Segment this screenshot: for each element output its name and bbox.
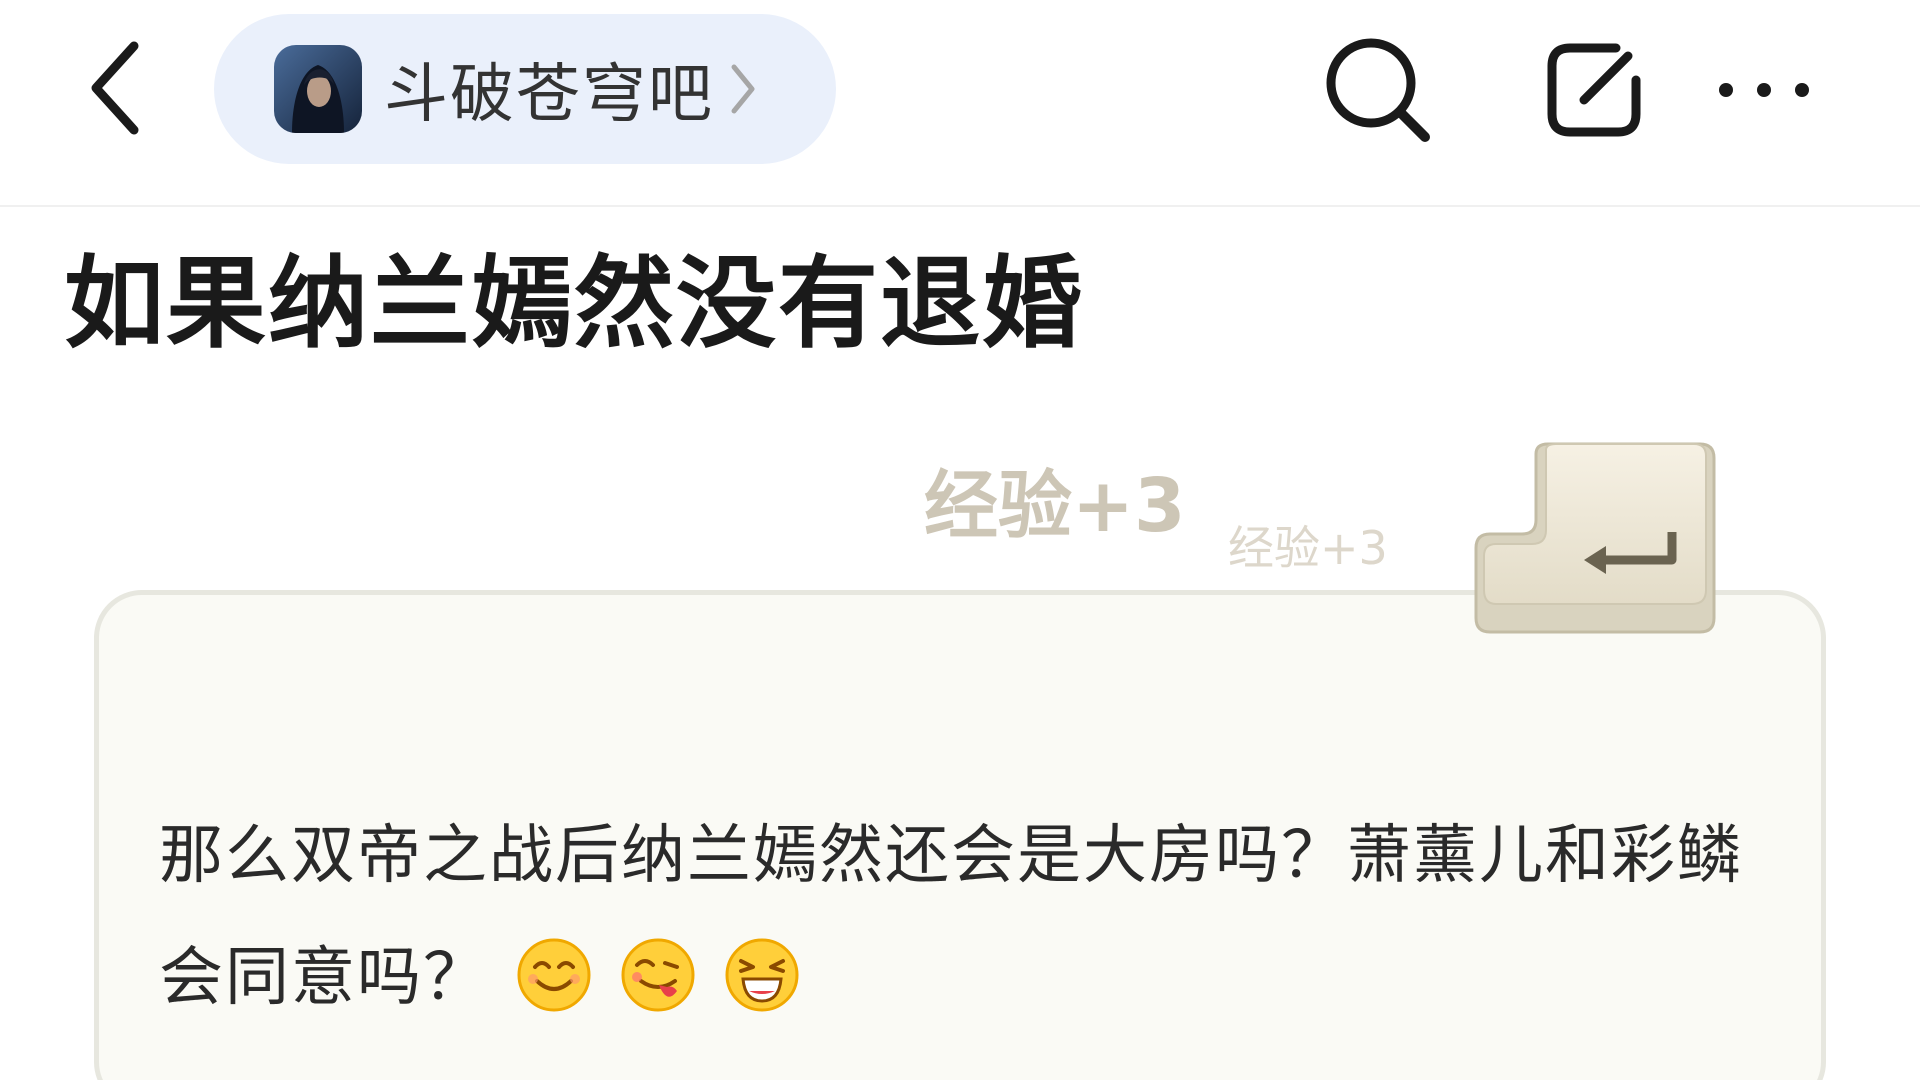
post-card: 那么双帝之战后纳兰嫣然还会是大房吗？萧薰儿和彩鳞会同意吗？ [94, 590, 1826, 1080]
experience-gain-label: 经验+3 [924, 463, 1186, 549]
more-dots-icon [1719, 83, 1809, 97]
experience-gain-label-small: 经验+3 [1228, 521, 1388, 575]
tongue-emoji-icon [621, 938, 695, 1012]
post-page: 斗破苍穹吧 如果纳兰嫣然没有退婚 经验+3 经验+3 那么双帝之战后纳兰嫣然还会… [0, 0, 1920, 1080]
back-button[interactable] [76, 38, 156, 138]
chevron-right-icon [728, 61, 756, 117]
enter-key-sticker [1472, 440, 1718, 636]
share-button[interactable] [1534, 30, 1654, 150]
forum-name: 斗破苍穹吧 [384, 58, 714, 132]
search-icon [1326, 38, 1430, 142]
post-title: 如果纳兰嫣然没有退婚 [64, 245, 1084, 362]
laugh-emoji-icon [725, 938, 799, 1012]
enter-key-icon [1474, 442, 1716, 634]
search-button[interactable] [1318, 30, 1438, 150]
chevron-left-icon [91, 41, 139, 135]
top-nav-bar: 斗破苍穹吧 [0, 0, 1920, 207]
more-options-button[interactable] [1704, 30, 1824, 150]
post-body: 那么双帝之战后纳兰嫣然还会是大房吗？萧薰儿和彩鳞会同意吗？ [159, 795, 1799, 1039]
share-icon [1547, 43, 1641, 137]
post-body-text: 那么双帝之战后纳兰嫣然还会是大房吗？萧薰儿和彩鳞会同意吗？ [159, 819, 1743, 1015]
forum-avatar [274, 45, 362, 133]
smile-emoji-icon [517, 938, 591, 1012]
forum-entry-button[interactable]: 斗破苍穹吧 [214, 14, 836, 164]
